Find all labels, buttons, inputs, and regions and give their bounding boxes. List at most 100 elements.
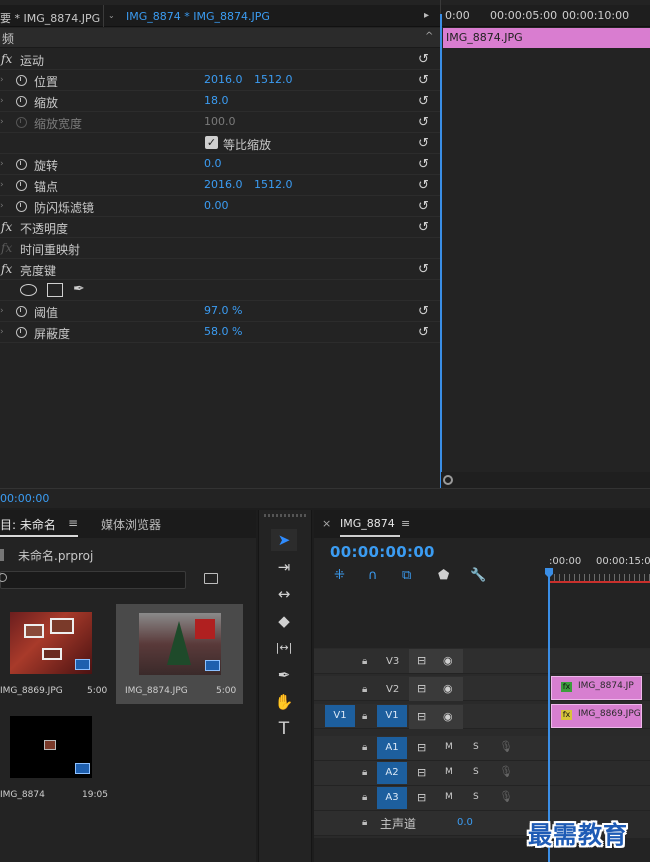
stopwatch-icon[interactable] bbox=[16, 201, 27, 212]
track-header-master[interactable] bbox=[314, 811, 548, 836]
timeline-clip[interactable]: fx IMG_8874.JP bbox=[551, 676, 642, 700]
sync-lock-icon[interactable]: ⊟ bbox=[417, 682, 426, 695]
reset-icon[interactable]: ↺ bbox=[418, 325, 429, 340]
fx-toggle-icon[interactable]: fx bbox=[1, 262, 12, 276]
rectangle-mask-icon[interactable] bbox=[47, 283, 63, 297]
expand-arrow-icon[interactable]: › bbox=[0, 159, 4, 169]
reset-icon[interactable]: ↺ bbox=[418, 94, 429, 109]
track-lane-v3[interactable] bbox=[549, 649, 650, 674]
zoom-scrollbar[interactable] bbox=[441, 472, 650, 488]
master-volume-value[interactable]: 0.0 bbox=[457, 817, 473, 828]
stopwatch-icon[interactable] bbox=[16, 159, 27, 170]
solo-button[interactable]: S bbox=[473, 767, 479, 777]
track-target-a1[interactable]: A1 bbox=[377, 737, 407, 759]
project-item[interactable]: IMG_8869.JPG 5:00 bbox=[0, 604, 114, 704]
track-lane-a1[interactable] bbox=[549, 736, 650, 761]
tab-sequence[interactable]: IMG_8874 bbox=[340, 517, 395, 530]
anchor-y-value[interactable]: 1512.0 bbox=[254, 178, 293, 191]
stopwatch-icon[interactable] bbox=[16, 75, 27, 86]
tab-menu-icon[interactable]: ≡ bbox=[401, 517, 410, 530]
lock-icon[interactable]: 🔒︎ bbox=[362, 684, 367, 695]
panel-expand-icon[interactable]: ▸ bbox=[424, 10, 429, 21]
sync-lock-icon[interactable]: ⊟ bbox=[417, 741, 426, 754]
expand-arrow-icon[interactable]: › bbox=[0, 201, 4, 211]
lock-icon[interactable]: 🔒︎ bbox=[362, 711, 367, 722]
lock-icon[interactable]: 🔒︎ bbox=[362, 767, 367, 778]
solo-button[interactable]: S bbox=[473, 792, 479, 802]
tab-menu-icon[interactable]: ≡ bbox=[68, 516, 78, 530]
panel-grip[interactable] bbox=[264, 514, 308, 517]
antiflicker-value[interactable]: 0.00 bbox=[204, 199, 229, 212]
pen-tool-icon[interactable]: ✒ bbox=[271, 664, 297, 686]
expand-arrow-icon[interactable]: › bbox=[0, 96, 4, 106]
current-timecode[interactable]: 00:00:00 bbox=[0, 492, 49, 505]
expand-arrow-icon[interactable]: › bbox=[0, 306, 4, 316]
threshold-value[interactable]: 97.0 % bbox=[204, 304, 242, 317]
lock-icon[interactable]: 🔒︎ bbox=[362, 656, 367, 667]
track-lane-a3[interactable] bbox=[549, 786, 650, 811]
sync-lock-icon[interactable]: ⊟ bbox=[417, 654, 426, 667]
sync-lock-icon[interactable]: ⊟ bbox=[417, 791, 426, 804]
snap-magnet-icon[interactable]: ∩ bbox=[368, 568, 378, 583]
track-target-a2[interactable]: A2 bbox=[377, 762, 407, 784]
slip-tool-icon[interactable]: |↔| bbox=[271, 637, 297, 659]
lock-icon[interactable]: 🔒︎ bbox=[362, 742, 367, 753]
track-select-tool-icon[interactable]: ⇥ bbox=[271, 556, 297, 578]
type-tool-icon[interactable]: T bbox=[271, 718, 297, 740]
reset-icon[interactable]: ↺ bbox=[418, 115, 429, 130]
ellipse-mask-icon[interactable] bbox=[20, 284, 37, 296]
wrench-icon[interactable]: 🔧 bbox=[470, 568, 486, 583]
nest-toggle-icon[interactable]: ⁜ bbox=[334, 568, 345, 583]
selection-tool-icon[interactable]: ➤ bbox=[271, 529, 297, 551]
stopwatch-icon[interactable] bbox=[16, 96, 27, 107]
expand-arrow-icon[interactable]: › bbox=[0, 327, 4, 337]
reset-icon[interactable]: ↺ bbox=[418, 136, 429, 151]
microphone-icon[interactable]: 🎙︎ bbox=[499, 790, 513, 803]
sync-lock-icon[interactable]: ⊟ bbox=[417, 710, 426, 723]
cutoff-value[interactable]: 58.0 % bbox=[204, 325, 242, 338]
eye-icon[interactable]: ◉ bbox=[443, 710, 453, 723]
playhead[interactable] bbox=[440, 14, 442, 488]
timeline-clip[interactable]: fx IMG_8869.JPG bbox=[551, 704, 642, 728]
uniform-scale-checkbox[interactable]: ✓ bbox=[205, 136, 218, 149]
new-bin-icon[interactable] bbox=[204, 573, 218, 584]
tab-media-browser[interactable]: 媒体浏览器 bbox=[101, 516, 161, 533]
scale-value[interactable]: 18.0 bbox=[204, 94, 229, 107]
search-input[interactable] bbox=[0, 571, 186, 589]
stopwatch-icon[interactable] bbox=[16, 306, 27, 317]
reset-icon[interactable]: ↺ bbox=[418, 157, 429, 172]
work-area-bar[interactable] bbox=[549, 581, 650, 583]
project-item[interactable]: IMG_8874 19:05 bbox=[0, 708, 114, 808]
project-item-selected[interactable]: IMG_8874.JPG 5:00 bbox=[116, 604, 243, 704]
tab-source-clip[interactable]: 要 * IMG_8874.JPG bbox=[0, 10, 100, 26]
tab-project[interactable]: 目: 未命名 bbox=[0, 516, 56, 533]
linked-selection-icon[interactable]: ⧉ bbox=[402, 568, 411, 583]
playhead-timecode[interactable]: 00:00:00:00 bbox=[330, 543, 435, 561]
reset-icon[interactable]: ↺ bbox=[418, 262, 429, 277]
expand-arrow-icon[interactable]: › bbox=[0, 117, 4, 127]
fx-toggle-icon[interactable]: fx bbox=[1, 52, 12, 66]
eye-icon[interactable]: ◉ bbox=[443, 682, 453, 695]
expand-arrow-icon[interactable]: › bbox=[0, 180, 4, 190]
eye-icon[interactable]: ◉ bbox=[443, 654, 453, 667]
fx-toggle-icon[interactable]: fx bbox=[1, 220, 12, 234]
reset-icon[interactable]: ↺ bbox=[418, 178, 429, 193]
microphone-icon[interactable]: 🎙︎ bbox=[499, 740, 513, 753]
effect-controls-clip-bar[interactable]: IMG_8874.JPG bbox=[443, 28, 650, 48]
track-target-v1[interactable]: V1 bbox=[377, 705, 407, 727]
stopwatch-icon[interactable] bbox=[16, 180, 27, 191]
microphone-icon[interactable]: 🎙︎ bbox=[499, 765, 513, 778]
tab-effect-controls[interactable]: IMG_8874 * IMG_8874.JPG bbox=[126, 10, 270, 23]
reset-icon[interactable]: ↺ bbox=[418, 199, 429, 214]
lock-icon[interactable]: 🔒︎ bbox=[362, 792, 367, 803]
expand-arrow-icon[interactable]: › bbox=[0, 75, 4, 85]
reset-icon[interactable]: ↺ bbox=[418, 304, 429, 319]
close-icon[interactable]: × bbox=[322, 517, 331, 530]
effect-controls-time-ruler[interactable]: 0:00 00:00:05:00 00:00:10:00 bbox=[441, 5, 650, 27]
reset-icon[interactable]: ↺ bbox=[418, 220, 429, 235]
reset-icon[interactable]: ↺ bbox=[418, 73, 429, 88]
ripple-edit-tool-icon[interactable]: ↔ bbox=[271, 583, 297, 605]
rotation-value[interactable]: 0.0 bbox=[204, 157, 222, 170]
position-y-value[interactable]: 1512.0 bbox=[254, 73, 293, 86]
position-x-value[interactable]: 2016.0 bbox=[204, 73, 243, 86]
